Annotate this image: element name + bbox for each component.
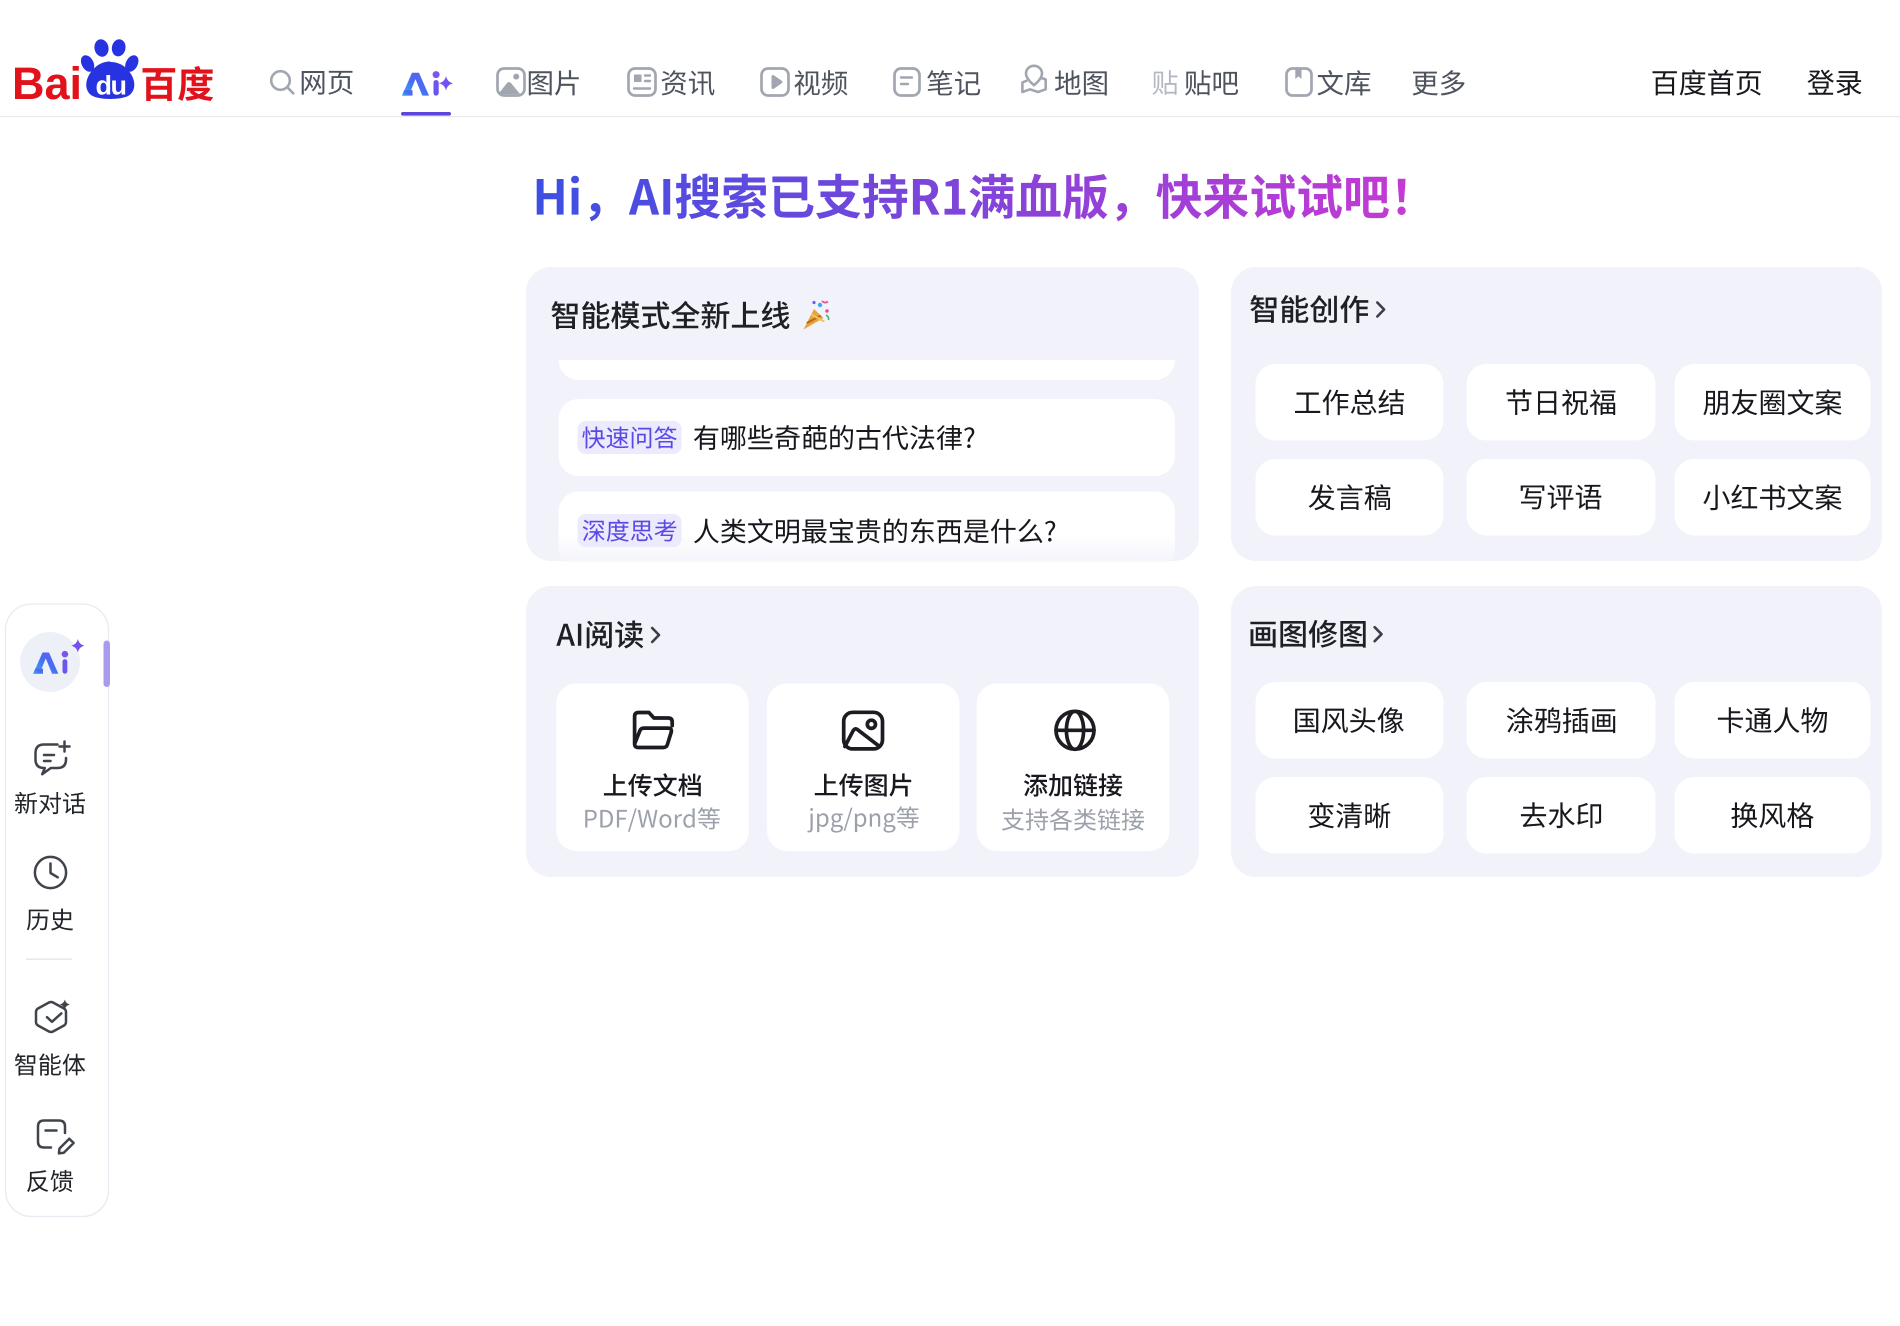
svg-text:du: du bbox=[96, 71, 126, 101]
svg-text:Bai: Bai bbox=[12, 58, 82, 109]
